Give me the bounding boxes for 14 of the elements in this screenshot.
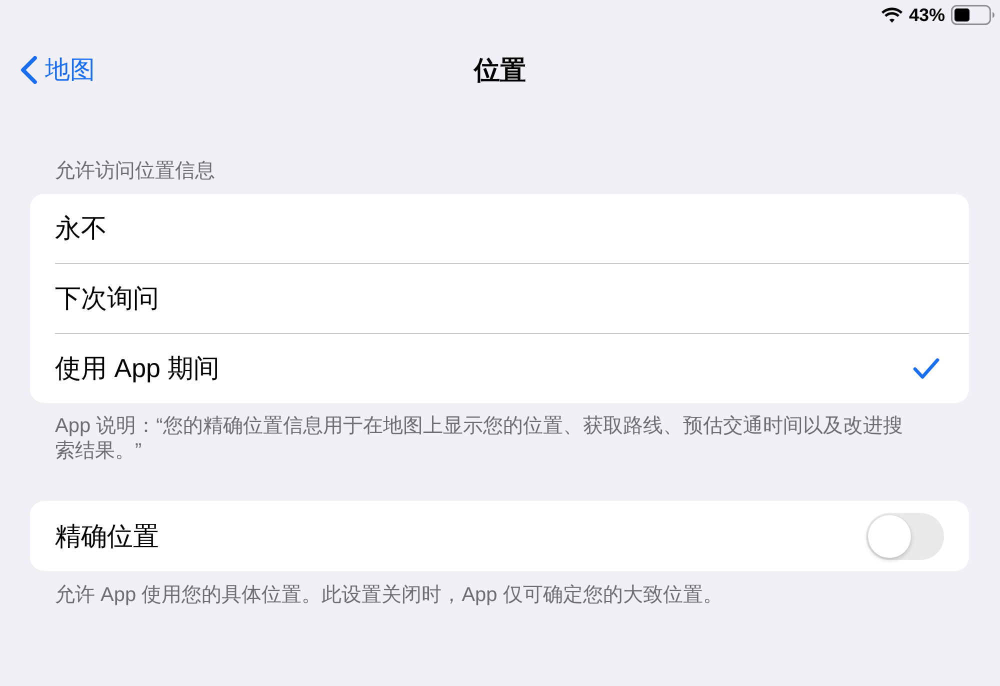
back-button[interactable]: 地图 [19, 54, 95, 86]
section-header: 允许访问位置信息 [55, 159, 215, 184]
chevron-left-icon [19, 55, 38, 85]
setting-label: 精确位置 [55, 520, 159, 552]
footer-note: App 说明：“您的精确位置信息用于在地图上显示您的位置、获取路线、预估交通时间以及改进搜索结果。” [55, 414, 904, 464]
option-row[interactable]: 使用 App 期间 [30, 334, 969, 403]
battery-percentage: 43% [908, 5, 945, 25]
footer-note: 允许 App 使用您的具体位置。此设置关闭时，App 仅可确定您的大致位置。 [55, 583, 724, 608]
toggle-switch[interactable] [866, 512, 944, 560]
wifi-icon [880, 7, 903, 23]
option-row[interactable]: 永不 [30, 194, 969, 263]
option-row[interactable]: 下次询问 [30, 264, 969, 333]
page-title: 位置 [474, 54, 526, 86]
battery-icon [951, 5, 995, 25]
